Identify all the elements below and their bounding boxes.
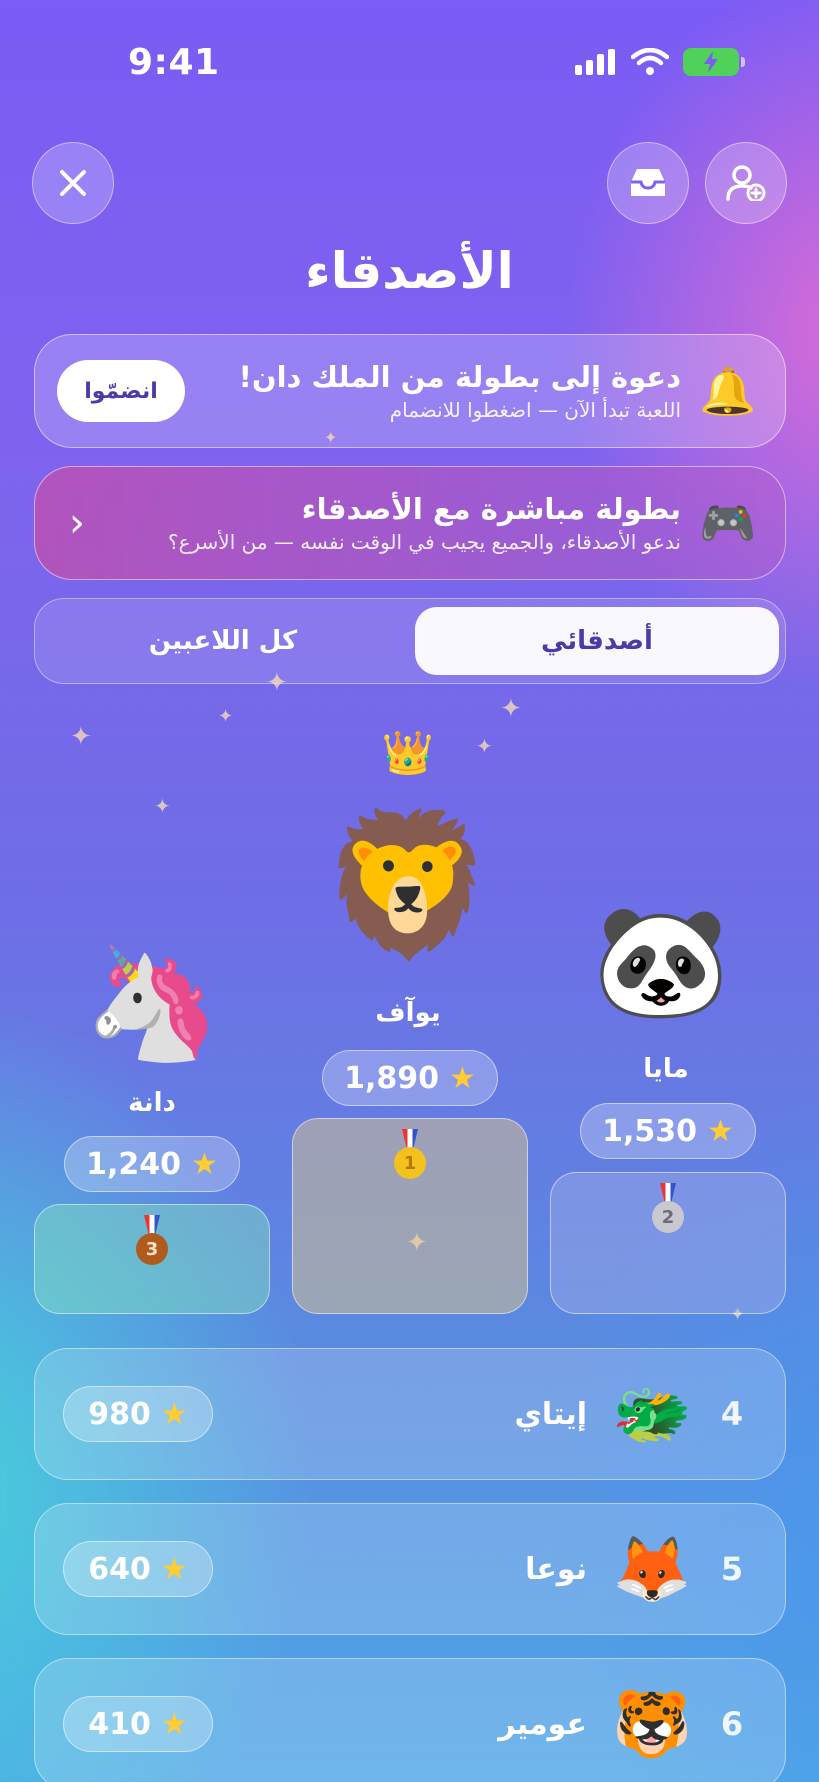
player-score: 980 ★ <box>63 1386 213 1442</box>
invite-text: دعوة إلى بطولة من الملك دان! اللعبة تبدأ… <box>185 358 693 424</box>
leaderboard-tabs: أصدقائي كل اللاعبين <box>34 598 786 684</box>
bronze-medal-icon: 3 <box>132 1215 172 1269</box>
star-icon: ★ <box>160 1396 188 1432</box>
tournament-invite-banner[interactable]: 🔔 دعوة إلى بطولة من الملك دان! اللعبة تب… <box>34 334 786 448</box>
chevron-left-icon: ‹ <box>69 500 85 546</box>
first-place-name: يوآف <box>375 998 441 1028</box>
rank-number: 4 <box>720 1395 744 1433</box>
close-icon <box>60 170 86 196</box>
third-place-score: 1,240 ★ <box>64 1136 240 1192</box>
tab-all-players[interactable]: كل اللاعبين <box>41 607 405 675</box>
score-value: 980 <box>88 1396 151 1432</box>
player-avatar: 🐯 <box>612 1687 692 1762</box>
sparkle-icon: ✦ <box>500 694 522 724</box>
signal-icon <box>575 49 615 75</box>
status-icons <box>575 48 745 76</box>
bell-icon: 🔔 <box>699 363 757 418</box>
podium-first: 1 <box>292 1118 528 1314</box>
sparkle-icon: ✦ <box>324 428 338 447</box>
third-place-name: دانة <box>128 1088 176 1118</box>
inbox-button[interactable] <box>607 142 689 224</box>
wifi-icon <box>631 48 669 75</box>
score-value: 640 <box>88 1551 151 1587</box>
player-name: عومير <box>498 1706 587 1742</box>
star-icon: ★ <box>160 1551 188 1587</box>
star-icon: ★ <box>191 1146 218 1182</box>
live-title: بطولة مباشرة مع الأصدقاء <box>301 492 681 526</box>
silver-medal-icon: 2 <box>648 1183 688 1237</box>
star-icon: ★ <box>449 1060 476 1096</box>
sparkle-icon: ✦ <box>476 734 493 758</box>
add-friend-icon <box>726 165 766 201</box>
second-place-score: 1,530 ★ <box>580 1103 756 1159</box>
invite-title: دعوة إلى بطولة من الملك دان! <box>238 360 681 394</box>
medal-number: 3 <box>136 1233 168 1265</box>
player-name: إيتاي <box>514 1396 587 1432</box>
star-icon: ★ <box>160 1706 188 1742</box>
avatar-second: 🐼 <box>592 897 730 1025</box>
live-tournament-banner[interactable]: 🎮 بطولة مباشرة مع الأصدقاء ندعو الأصدقاء… <box>34 466 786 580</box>
first-place-score: 1,890 ★ <box>322 1050 498 1106</box>
list-item[interactable]: 5 🦊 نوعا 640 ★ <box>34 1503 786 1635</box>
player-score: 410 ★ <box>63 1696 213 1752</box>
gold-medal-icon: 1 <box>390 1129 430 1183</box>
sparkle-icon: ✦ <box>218 706 234 727</box>
sparkle-icon: ✦ <box>266 668 288 698</box>
avatar-third: 🦄 <box>83 939 221 1067</box>
inbox-icon <box>631 169 665 196</box>
page-title: الأصدقاء <box>305 242 514 300</box>
medal-number: 1 <box>394 1147 426 1179</box>
score-value: 1,240 <box>86 1146 181 1182</box>
score-value: 410 <box>88 1706 151 1742</box>
medal-number: 2 <box>652 1201 684 1233</box>
crown-icon: 👑 <box>381 728 435 777</box>
join-button[interactable]: انضمّوا <box>57 360 185 422</box>
close-button[interactable] <box>32 142 114 224</box>
rank-number: 6 <box>720 1705 744 1743</box>
star-icon: ★ <box>707 1113 734 1149</box>
list-item[interactable]: 4 🐲 إيتاي 980 ★ <box>34 1348 786 1480</box>
score-value: 1,890 <box>344 1060 439 1096</box>
player-name: نوعا <box>525 1551 587 1587</box>
player-score: 640 ★ <box>63 1541 213 1597</box>
live-text: بطولة مباشرة مع الأصدقاء ندعو الأصدقاء، … <box>97 490 693 556</box>
second-place-name: مايا <box>643 1054 689 1084</box>
player-avatar: 🐲 <box>612 1377 692 1452</box>
sparkle-icon: ✦ <box>70 722 92 752</box>
tab-my-friends[interactable]: أصدقائي <box>415 607 779 675</box>
score-value: 1,530 <box>602 1113 697 1149</box>
status-time: 9:41 <box>128 42 220 83</box>
player-avatar: 🦊 <box>612 1532 692 1607</box>
live-subtitle: ندعو الأصدقاء، والجميع يجيب في الوقت نفس… <box>167 530 681 554</box>
battery-icon <box>683 48 745 76</box>
rank-number: 5 <box>720 1550 744 1588</box>
gamepad-icon: 🎮 <box>699 495 757 550</box>
sparkle-icon: ✦ <box>154 794 171 818</box>
list-item[interactable]: 6 🐯 عومير 410 ★ <box>34 1658 786 1782</box>
podium-third: 3 <box>34 1204 270 1314</box>
add-friend-button[interactable] <box>705 142 787 224</box>
invite-subtitle: اللعبة تبدأ الآن — اضغطوا للانضمام <box>389 398 681 422</box>
podium-second: 2 <box>550 1172 786 1314</box>
avatar-first: 🦁 <box>320 804 496 967</box>
